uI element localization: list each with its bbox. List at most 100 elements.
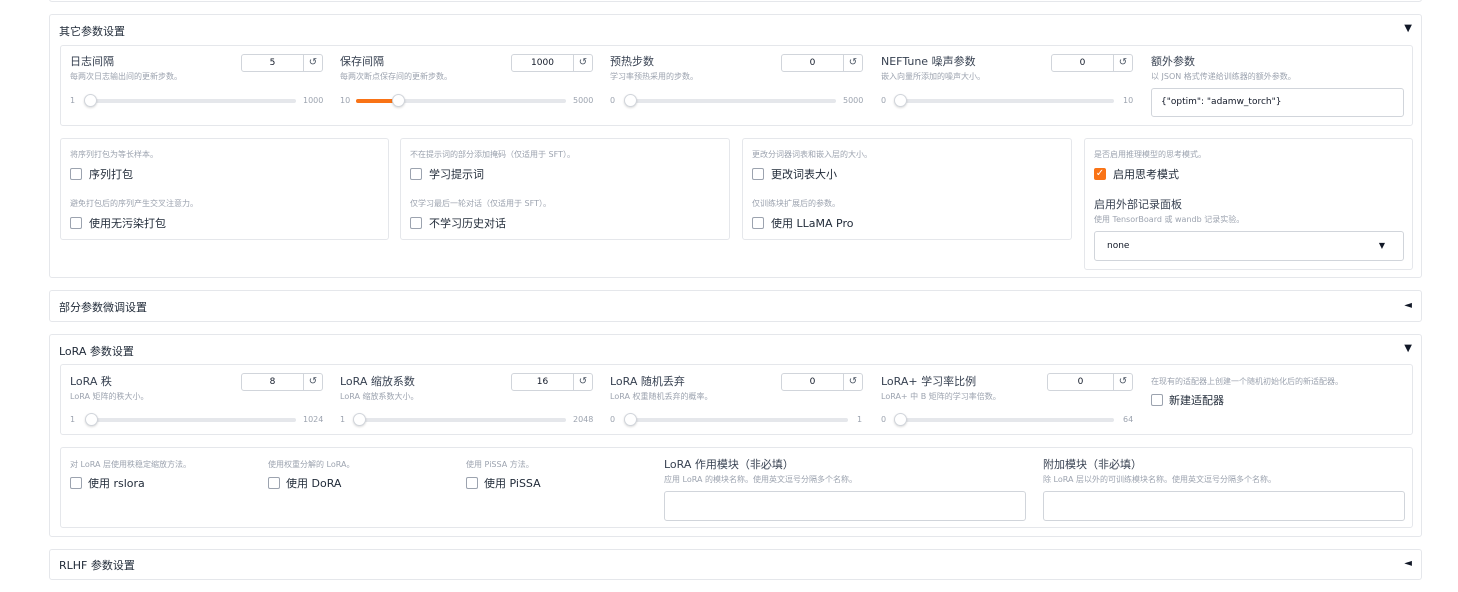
use-pissa-label[interactable]: 使用 PiSSA	[484, 475, 541, 491]
create-new-adapter-checkbox[interactable]	[1151, 394, 1163, 406]
neftune-input[interactable]: 0 ↺	[1051, 54, 1133, 72]
use-dora-label[interactable]: 使用 DoRA	[286, 475, 341, 491]
lora-target-input[interactable]	[664, 491, 1026, 521]
slider-thumb[interactable]	[624, 94, 637, 107]
lora-rank-min: 1	[70, 415, 76, 424]
additional-target-info: 除 LoRA 层以外的可训练模块名称。使用英文逗号分隔多个名称。	[1043, 475, 1277, 484]
loraplus-ratio-value[interactable]: 0	[1048, 374, 1113, 390]
resize-vocab-checkbox[interactable]	[752, 168, 764, 180]
lora-rank-value[interactable]: 8	[242, 374, 303, 390]
warmup-steps-slider[interactable]	[624, 94, 836, 107]
mask-history-label[interactable]: 不学习历史对话	[429, 215, 506, 231]
freeze-params-accordion[interactable]: 部分参数微调设置 ◄	[49, 290, 1422, 322]
freeze-params-title[interactable]: 部分参数微调设置	[59, 299, 147, 315]
lora-rank-input[interactable]: 8 ↺	[241, 373, 323, 391]
report-to-value: none	[1107, 241, 1130, 251]
packing-label[interactable]: 序列打包	[89, 166, 133, 182]
reset-icon[interactable]: ↺	[573, 374, 592, 390]
warmup-steps-input[interactable]: 0 ↺	[781, 54, 863, 72]
slider-thumb[interactable]	[894, 413, 907, 426]
vocab-group: 更改分词器词表和嵌入层的大小。 更改词表大小 仅训练块扩展后的参数。 使用 LL…	[742, 138, 1072, 240]
logging-steps-value[interactable]: 5	[242, 55, 303, 71]
report-to-dropdown[interactable]: none ▼	[1094, 231, 1404, 261]
neftune-slider[interactable]	[894, 94, 1114, 107]
mask-history-checkbox[interactable]	[410, 217, 422, 229]
reset-icon[interactable]: ↺	[303, 55, 322, 71]
reset-icon[interactable]: ↺	[303, 374, 322, 390]
use-rslora-label[interactable]: 使用 rslora	[88, 475, 145, 491]
rlhf-params-accordion[interactable]: RLHF 参数设置 ◄	[49, 549, 1422, 580]
packing-checkbox[interactable]	[70, 168, 82, 180]
lora-dropout-value[interactable]: 0	[782, 374, 843, 390]
create-new-adapter-info: 在现有的适配器上创建一个随机初始化后的新适配器。	[1151, 377, 1343, 386]
warmup-steps-value[interactable]: 0	[782, 55, 843, 71]
use-rslora-checkbox[interactable]	[70, 477, 82, 489]
neat-packing-checkbox[interactable]	[70, 217, 82, 229]
neftune-max: 10	[1123, 96, 1134, 105]
loraplus-ratio-info: LoRA+ 中 B 矩阵的学习率倍数。	[881, 392, 1001, 401]
lora-alpha-value[interactable]: 16	[512, 374, 573, 390]
save-steps-slider[interactable]	[356, 94, 566, 107]
lora-dropout-info: LoRA 权重随机丢弃的概率。	[610, 392, 713, 401]
thinking-mode-label[interactable]: 启用思考模式	[1113, 166, 1179, 182]
extra-args-label: 额外参数	[1151, 55, 1195, 68]
slider-thumb[interactable]	[624, 413, 637, 426]
reset-icon[interactable]: ↺	[843, 55, 862, 71]
lora-dropout-slider[interactable]	[624, 413, 848, 426]
other-params-title[interactable]: 其它参数设置	[59, 23, 125, 39]
logging-steps-min: 1	[70, 96, 76, 105]
expand-arrow-icon[interactable]: ◄	[1404, 300, 1412, 311]
slider-thumb[interactable]	[392, 94, 405, 107]
collapse-arrow-icon[interactable]: ▼	[1404, 23, 1412, 34]
loraplus-ratio-min: 0	[881, 415, 887, 424]
reset-icon[interactable]: ↺	[1113, 374, 1132, 390]
extra-args-input[interactable]: {"optim": "adamw_torch"}	[1151, 88, 1404, 117]
use-rslora-info: 对 LoRA 层使用秩稳定缩放方法。	[70, 460, 192, 469]
other-slider-group: 日志间隔 每两次日志输出间的更新步数。 5 ↺ 1 1000 保存间隔 每两次断…	[60, 45, 1413, 126]
train-on-prompt-label[interactable]: 学习提示词	[429, 166, 484, 182]
slider-thumb[interactable]	[353, 413, 366, 426]
llama-pro-checkbox[interactable]	[752, 217, 764, 229]
lora-params-title[interactable]: LoRA 参数设置	[59, 343, 134, 359]
lora-target-info: 应用 LoRA 的模块名称。使用英文逗号分隔多个名称。	[664, 475, 858, 484]
warmup-steps-label: 预热步数	[610, 55, 654, 68]
slider-thumb[interactable]	[84, 94, 97, 107]
train-on-prompt-checkbox[interactable]	[410, 168, 422, 180]
thinking-mode-checkbox[interactable]: ✓	[1094, 168, 1106, 180]
slider-thumb[interactable]	[85, 413, 98, 426]
expand-arrow-icon[interactable]: ◄	[1404, 558, 1412, 569]
save-steps-input[interactable]: 1000 ↺	[511, 54, 593, 72]
extra-args-info: 以 JSON 格式传递给训练器的额外参数。	[1151, 72, 1296, 81]
reset-icon[interactable]: ↺	[1113, 55, 1132, 71]
logging-steps-input[interactable]: 5 ↺	[241, 54, 323, 72]
loraplus-ratio-label: LoRA+ 学习率比例	[881, 375, 977, 388]
rlhf-params-title[interactable]: RLHF 参数设置	[59, 557, 135, 573]
collapse-arrow-icon[interactable]: ▼	[1404, 343, 1412, 354]
additional-target-input[interactable]	[1043, 491, 1405, 521]
packing-info: 将序列打包为等长样本。	[70, 150, 158, 159]
resize-vocab-label[interactable]: 更改词表大小	[771, 166, 837, 182]
slider-thumb[interactable]	[894, 94, 907, 107]
neftune-min: 0	[881, 96, 887, 105]
loraplus-ratio-input[interactable]: 0 ↺	[1047, 373, 1133, 391]
use-dora-checkbox[interactable]	[268, 477, 280, 489]
logging-steps-slider[interactable]	[84, 94, 296, 107]
lora-dropout-input[interactable]: 0 ↺	[781, 373, 863, 391]
chevron-down-icon[interactable]: ▼	[1379, 241, 1385, 250]
lora-rank-label: LoRA 秩	[70, 375, 112, 388]
neftune-value[interactable]: 0	[1052, 55, 1113, 71]
lora-alpha-input[interactable]: 16 ↺	[511, 373, 593, 391]
reset-icon[interactable]: ↺	[573, 55, 592, 71]
llama-pro-label[interactable]: 使用 LLaMA Pro	[771, 215, 853, 231]
lora-rank-slider[interactable]	[85, 413, 296, 426]
lora-alpha-slider[interactable]	[353, 413, 566, 426]
use-pissa-checkbox[interactable]	[466, 477, 478, 489]
logging-steps-label: 日志间隔	[70, 55, 114, 68]
loraplus-ratio-slider[interactable]	[894, 413, 1114, 426]
neat-packing-label[interactable]: 使用无污染打包	[89, 215, 166, 231]
save-steps-value[interactable]: 1000	[512, 55, 573, 71]
lora-rank-max: 1024	[303, 415, 324, 424]
create-new-adapter-label[interactable]: 新建适配器	[1169, 392, 1224, 408]
reset-icon[interactable]: ↺	[843, 374, 862, 390]
logging-steps-max: 1000	[303, 96, 324, 105]
